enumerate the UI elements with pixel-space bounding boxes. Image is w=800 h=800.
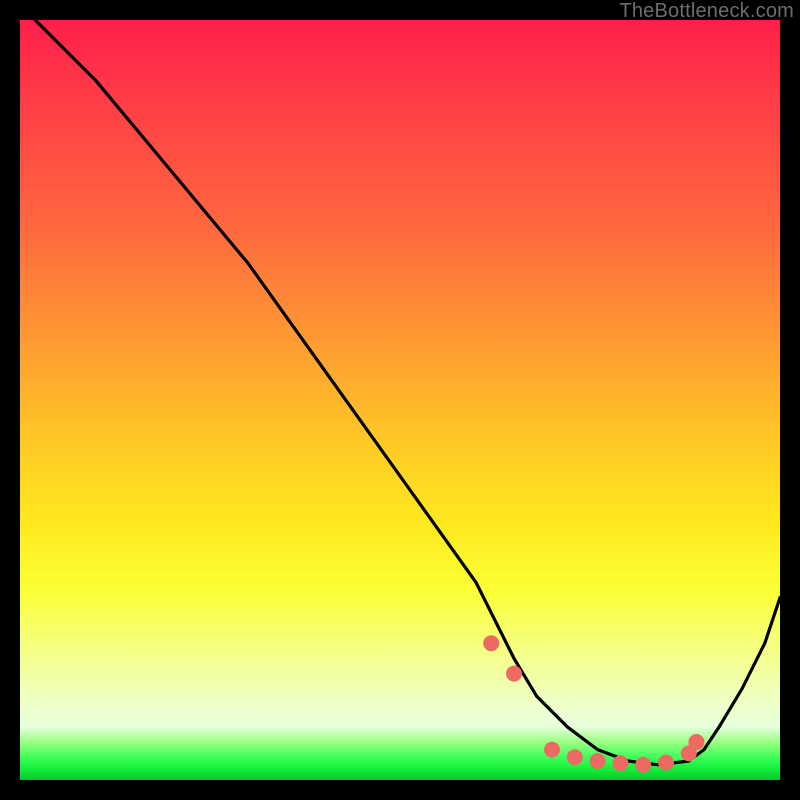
marker-group [483,635,704,773]
chart-frame: TheBottleneck.com [0,0,800,800]
optimal-marker [688,734,704,750]
optimal-marker [590,753,606,769]
bottleneck-curve-path [35,20,780,765]
optimal-marker [483,635,499,651]
plot-area [20,20,780,780]
optimal-marker [567,749,583,765]
optimal-marker [506,666,522,682]
optimal-marker [612,755,628,771]
optimal-marker [635,757,651,773]
curve-svg [20,20,780,780]
optimal-marker [658,755,674,771]
optimal-marker [544,742,560,758]
